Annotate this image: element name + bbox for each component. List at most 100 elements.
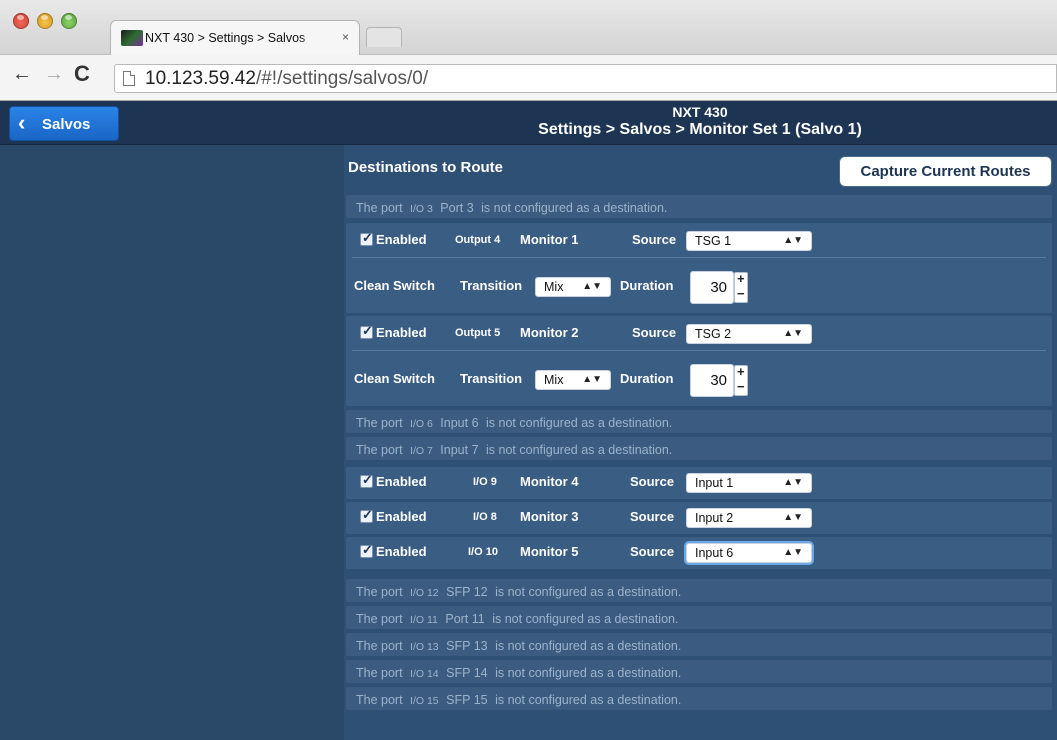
row-suffix: is not configured as a destination. xyxy=(495,666,682,680)
duration-stepper[interactable]: + − xyxy=(734,365,748,396)
port-name: SFP 14 xyxy=(446,666,488,680)
plus-icon[interactable]: + xyxy=(737,272,745,286)
source-select[interactable]: TSG 2 ▲▼ xyxy=(686,324,812,344)
reload-icon[interactable]: C xyxy=(74,61,90,87)
transition-label: Transition xyxy=(460,278,523,293)
route-main-line: Enabled Output 4 Monitor 1 Source TSG 1 … xyxy=(360,230,1050,253)
address-bar[interactable]: 10.123.59.42/#!/settings/salvos/0/ xyxy=(114,64,1057,93)
select-arrows-icon: ▲▼ xyxy=(783,547,803,558)
port-name: Port 3 xyxy=(440,201,474,215)
browser-tab[interactable]: NXT 430 > Settings > Salvos × xyxy=(110,20,360,56)
capture-current-routes-button[interactable]: Capture Current Routes xyxy=(839,156,1052,187)
close-window-button[interactable] xyxy=(13,13,29,29)
transition-select[interactable]: Mix ▲▼ xyxy=(535,370,611,390)
enabled-label: Enabled xyxy=(376,544,427,559)
route-port: Output 4 xyxy=(455,234,501,246)
duration-input[interactable]: 30 xyxy=(690,364,734,397)
clean-switch-label: Clean Switch xyxy=(354,371,435,386)
route-port: Output 5 xyxy=(455,327,501,339)
row-divider xyxy=(352,257,1046,258)
source-label: Source xyxy=(632,325,677,340)
duration-stepper[interactable]: + − xyxy=(734,272,748,303)
minus-icon[interactable]: − xyxy=(737,287,745,301)
url-host: 10.123.59.42 xyxy=(145,68,256,89)
new-tab-button[interactable] xyxy=(366,27,402,47)
unconfigured-port-row: The port I/O 7 Input 7 is not configured… xyxy=(346,437,1052,460)
source-select[interactable]: Input 1 ▲▼ xyxy=(686,473,812,493)
browser-toolbar: ← → C 10.123.59.42/#!/settings/salvos/0/ xyxy=(0,55,1057,101)
row-suffix: is not configured as a destination. xyxy=(486,443,673,457)
transition-select[interactable]: Mix ▲▼ xyxy=(535,277,611,297)
page-breadcrumb: Settings > Salvos > Monitor Set 1 (Salvo… xyxy=(538,121,862,138)
port-io: I/O 11 xyxy=(410,614,438,626)
port-name: SFP 13 xyxy=(446,639,488,653)
source-value: Input 2 xyxy=(695,511,734,525)
route-main-line: Enabled Output 5 Monitor 2 Source TSG 2 … xyxy=(360,323,1050,346)
select-arrows-icon: ▲▼ xyxy=(582,374,602,385)
source-value: TSG 1 xyxy=(695,234,732,248)
route-row-expanded: Enabled Output 4 Monitor 1 Source TSG 1 … xyxy=(346,223,1052,313)
route-line: Enabled I/O 8 Monitor 3 Source Input 2 ▲… xyxy=(360,507,1050,530)
row-prefix: The port xyxy=(356,612,403,626)
forward-arrow-icon[interactable]: → xyxy=(44,63,64,86)
source-select[interactable]: Input 2 ▲▼ xyxy=(686,508,812,528)
route-port: I/O 8 xyxy=(473,511,497,523)
port-name: SFP 12 xyxy=(446,585,488,599)
source-label: Source xyxy=(630,544,675,559)
enabled-checkbox[interactable] xyxy=(360,542,373,558)
select-arrows-icon: ▲▼ xyxy=(783,477,803,488)
source-label: Source xyxy=(630,509,675,524)
unconfigured-port-row: The port I/O 6 Input 6 is not configured… xyxy=(346,410,1052,433)
enabled-checkbox[interactable] xyxy=(360,230,373,246)
page-icon xyxy=(123,71,135,86)
port-name: SFP 15 xyxy=(446,693,488,707)
back-arrow-icon[interactable]: ← xyxy=(12,63,32,86)
row-prefix: The port xyxy=(356,666,403,680)
source-select[interactable]: Input 6 ▲▼ xyxy=(686,543,812,563)
row-prefix: The port xyxy=(356,416,403,430)
row-suffix: is not configured as a destination. xyxy=(492,612,679,626)
duration-input[interactable]: 30 xyxy=(690,271,734,304)
row-prefix: The port xyxy=(356,201,403,215)
unconfigured-port-row: The port I/O 3 Port 3 is not configured … xyxy=(346,195,1052,218)
plus-icon[interactable]: + xyxy=(737,365,745,379)
minus-icon[interactable]: − xyxy=(737,380,745,394)
enabled-checkbox[interactable] xyxy=(360,472,373,488)
source-value: Input 1 xyxy=(695,476,734,490)
source-label: Source xyxy=(632,232,677,247)
route-name: Monitor 3 xyxy=(520,509,579,524)
unconfigured-port-row: The port I/O 12 SFP 12 is not configured… xyxy=(346,579,1052,602)
salvos-back-button[interactable]: ‹ Salvos xyxy=(9,106,119,141)
port-io: I/O 15 xyxy=(410,695,439,707)
port-name: Input 6 xyxy=(440,416,479,430)
tab-close-icon[interactable]: × xyxy=(342,30,349,44)
favicon-icon xyxy=(121,30,143,46)
source-select[interactable]: TSG 1 ▲▼ xyxy=(686,231,812,251)
browser-titlebar: NXT 430 > Settings > Salvos × xyxy=(0,0,1057,56)
source-value: TSG 2 xyxy=(695,327,732,341)
zoom-window-button[interactable] xyxy=(61,13,77,29)
enabled-checkbox[interactable] xyxy=(360,323,373,339)
enabled-label: Enabled xyxy=(376,474,427,489)
enabled-checkbox[interactable] xyxy=(360,507,373,523)
route-line: Enabled I/O 9 Monitor 4 Source Input 1 ▲… xyxy=(360,472,1050,495)
route-transition-line: Clean Switch Transition Mix ▲▼ Duration … xyxy=(354,364,1044,397)
port-io: I/O 14 xyxy=(410,668,439,680)
port-io: I/O 13 xyxy=(410,641,439,653)
port-io: I/O 3 xyxy=(410,203,433,215)
source-label: Source xyxy=(630,474,675,489)
unconfigured-port-row: The port I/O 15 SFP 15 is not configured… xyxy=(346,687,1052,710)
route-name: Monitor 2 xyxy=(520,325,579,340)
transition-value: Mix xyxy=(544,280,564,294)
row-prefix: The port xyxy=(356,585,403,599)
route-name: Monitor 5 xyxy=(520,544,579,559)
enabled-label: Enabled xyxy=(376,325,427,340)
route-line: Enabled I/O 10 Monitor 5 Source Input 6 … xyxy=(360,542,1050,565)
source-value: Input 6 xyxy=(695,546,734,560)
route-row: Enabled I/O 8 Monitor 3 Source Input 2 ▲… xyxy=(346,502,1052,534)
minimize-window-button[interactable] xyxy=(37,13,53,29)
row-suffix: is not configured as a destination. xyxy=(486,416,673,430)
row-divider xyxy=(352,350,1046,351)
row-prefix: The port xyxy=(356,639,403,653)
route-name: Monitor 1 xyxy=(520,232,579,247)
